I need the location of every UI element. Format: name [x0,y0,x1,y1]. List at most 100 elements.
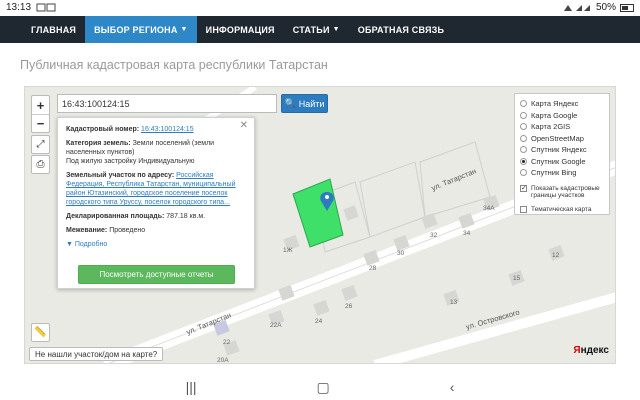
layer-label: Карта Google [531,110,578,120]
radio-icon [520,123,527,131]
house-number: 24 [315,318,323,325]
fullscreen-icon[interactable]: ⤢ [31,135,50,154]
layer-label: Спутник Bing [531,168,577,178]
view-reports-button[interactable]: Посмотреть доступные отчеты [78,265,235,284]
thematic-map-toggle[interactable]: Тематическая карта [520,205,604,214]
checkbox-label: Тематическая карта [531,205,592,213]
nav-info[interactable]: ИНФОРМАЦИЯ [197,16,284,43]
battery-icon [620,3,634,12]
house-number: 20А [217,357,229,364]
layer-option-selected[interactable]: Спутник Google [520,156,604,168]
cadastral-borders-toggle[interactable]: ✓ Показать кадастровые границы участков [520,184,604,200]
print-icon[interactable]: ⎙ [31,155,50,174]
nav-label: ГЛАВНАЯ [31,24,77,35]
cadastral-number-link[interactable]: 16:43:100124:15 [141,126,194,133]
layer-label: Спутник Яндекс [531,145,587,155]
zoom-out-button[interactable]: − [32,114,49,132]
permitted-use-value: Под жилую застройку Индивидуальную [66,158,195,165]
layer-switcher: Карта Яндекс Карта Google Карта 2GIS Ope… [514,93,610,215]
layer-option[interactable]: Спутник Bing [520,167,604,179]
house-number: 30 [397,250,405,257]
back-icon[interactable]: ‹ [450,379,455,395]
house-number: 22А [270,322,282,329]
search-button[interactable]: 🔍 Найти [281,94,328,113]
layer-label: Спутник Google [531,156,586,166]
radio-icon [520,146,527,154]
category-label: Категория земель: [66,140,131,147]
address-row: Земельный участок по адресу: Российская … [66,171,246,207]
checkbox-label: Показать кадастровые границы участков [531,184,600,200]
notification-icons [36,3,56,13]
cadastral-number-row: Кадастровый номер: 16:43:100124:15 [66,125,246,134]
house-number: 34А [483,205,495,212]
zoom-control: + − [31,95,50,133]
layer-option[interactable]: Спутник Яндекс [520,144,604,156]
parcel-info-popup: ✕ Кадастровый номер: 16:43:100124:15 Кат… [57,117,255,289]
home-icon[interactable]: ▢ [317,379,330,396]
ruler-icon[interactable]: 📏 [31,323,50,342]
house-number: 1Ж [283,247,293,254]
radio-icon [520,100,527,108]
nav-label: ИНФОРМАЦИЯ [205,24,275,35]
chevron-down-icon: ▼ [332,26,340,33]
recent-apps-icon[interactable]: ||| [186,379,197,395]
nav-label: ОБРАТНАЯ СВЯЗЬ [357,24,445,35]
nav-region[interactable]: ВЫБОР РЕГИОНА ▼ [85,16,197,43]
yandex-logo: Яндекс [573,345,609,356]
house-number: 28 [369,265,377,272]
close-icon[interactable]: ✕ [240,121,248,131]
layer-option[interactable]: OpenStreetMap [520,133,604,145]
nav-home[interactable]: ГЛАВНАЯ [22,16,85,43]
layer-label: OpenStreetMap [531,133,584,143]
radio-icon [520,169,527,177]
house-number: 13 [450,299,458,306]
checkbox-icon [520,205,527,213]
details-toggle[interactable]: ▼ Подробно [66,240,246,249]
search-input[interactable] [57,94,277,113]
nav-articles[interactable]: СТАТЬИ ▼ [284,16,349,43]
cadastral-number-label: Кадастровый номер: [66,126,140,133]
layer-option[interactable]: Карта Яндекс [520,98,604,110]
details-label: Подробно [74,241,108,248]
chevron-down-icon: ▼ [180,26,188,33]
signal-icons [563,4,590,11]
nav-label: СТАТЬИ [292,24,330,35]
house-number: 26 [345,303,353,310]
checkbox-checked-icon: ✓ [520,184,527,192]
area-label: Декларированная площадь: [66,213,165,220]
battery-percent: 50% [595,2,616,13]
house-number: 32 [430,232,438,239]
category-row: Категория земель: Земли поселений (земли… [66,139,246,166]
radio-icon [520,134,527,142]
nav-feedback[interactable]: ОБРАТНАЯ СВЯЗЬ [349,16,453,43]
radio-icon [520,111,527,119]
page-title: Публичная кадастровая карта республики Т… [20,58,328,72]
status-right: 50% [562,2,634,13]
survey-value: Проведено [109,227,146,234]
search-button-label: Найти [298,98,325,109]
house-number: 12 [552,252,560,259]
area-row: Декларированная площадь: 787.18 кв.м. [66,212,246,221]
search-icon: 🔍 [284,98,296,108]
main-nav: ГЛАВНАЯ ВЫБОР РЕГИОНА ▼ ИНФОРМАЦИЯ СТАТЬИ… [0,16,640,43]
triangle-down-icon: ▼ [66,241,73,248]
survey-row: Межевание: Проведено [66,226,246,235]
system-nav-bar: ||| ▢ ‹ [0,374,640,400]
radio-selected-icon [520,157,527,165]
layer-label: Карта Яндекс [531,99,579,109]
house-number: 22 [223,339,231,346]
house-number: 15 [513,275,521,282]
zoom-in-button[interactable]: + [32,96,49,114]
layer-label: Карта 2GIS [531,122,571,132]
not-found-button[interactable]: Не нашли участок/дом на карте? [29,347,164,361]
house-number: 34 [463,230,471,237]
area-value: 787.18 кв.м. [166,213,206,220]
layer-option[interactable]: Карта Google [520,110,604,122]
layer-option[interactable]: Карта 2GIS [520,121,604,133]
cadastral-map[interactable]: ул. Татарстан ул. Татарстан ул. Островск… [24,86,616,364]
address-label: Земельный участок по адресу: [66,172,175,179]
status-bar: 13:13 50% [0,0,640,16]
survey-label: Межевание: [66,227,108,234]
clock: 13:13 [6,2,32,13]
nav-label: ВЫБОР РЕГИОНА [94,24,178,35]
